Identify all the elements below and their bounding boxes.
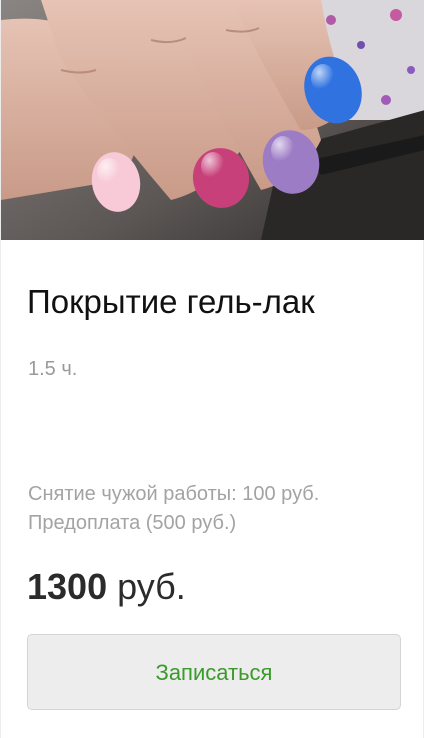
service-title: Покрытие гель-лак	[27, 283, 315, 320]
service-notes: Снятие чужой работы: 100 руб. Предоплата…	[28, 480, 319, 538]
price-amount: 1300	[27, 566, 108, 607]
service-card: Покрытие гель-лак 1.5 ч. Снятие чужой ра…	[0, 0, 424, 738]
service-duration: 1.5 ч.	[28, 358, 78, 380]
note-prepayment: Предоплата (500 руб.)	[28, 512, 237, 534]
service-photo	[1, 0, 424, 240]
service-price: 1300 руб.	[27, 564, 186, 610]
book-button[interactable]: Записаться	[27, 634, 401, 710]
note-removal: Снятие чужой работы: 100 руб.	[28, 483, 320, 505]
price-currency: руб.	[117, 566, 186, 607]
